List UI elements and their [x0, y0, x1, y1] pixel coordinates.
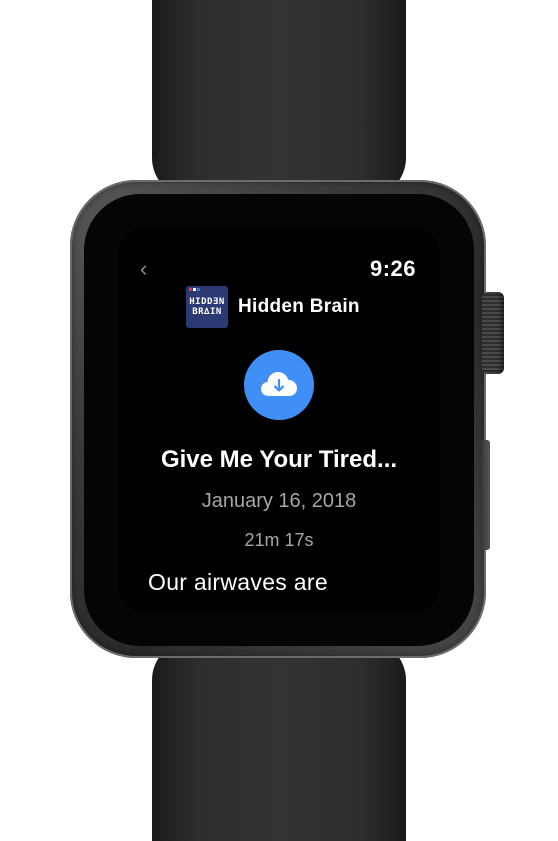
- watch-band-bottom: [152, 640, 406, 841]
- watch-screen: ‹ 9:26 HIDD∃N BR∆IN Hidden Brain Give Me: [118, 228, 440, 612]
- episode-date: January 16, 2018: [201, 490, 357, 512]
- episode-duration: 21m 17s: [244, 530, 314, 550]
- watch-band-top: [152, 0, 406, 198]
- side-button: [482, 440, 490, 550]
- npr-logo-icon: [189, 288, 200, 291]
- podcast-name: Hidden Brain: [238, 296, 360, 317]
- chevron-left-icon[interactable]: ‹: [140, 258, 147, 280]
- artwork-line-2: BR∆IN: [192, 307, 222, 317]
- digital-crown: [482, 292, 504, 374]
- episode-title: Give Me Your Tired...: [160, 446, 398, 473]
- podcast-artwork: HIDD∃N BR∆IN: [186, 286, 228, 328]
- watch-mockup: ‹ 9:26 HIDD∃N BR∆IN Hidden Brain Give Me: [0, 0, 558, 841]
- cloud-download-icon: [261, 372, 297, 396]
- episode-description: Our airwaves are: [148, 569, 328, 595]
- status-time: 9:26: [369, 256, 416, 281]
- download-button[interactable]: [244, 350, 314, 420]
- artwork-line-1: HIDD∃N: [189, 297, 225, 307]
- podcast-header[interactable]: HIDD∃N BR∆IN Hidden Brain: [186, 286, 360, 328]
